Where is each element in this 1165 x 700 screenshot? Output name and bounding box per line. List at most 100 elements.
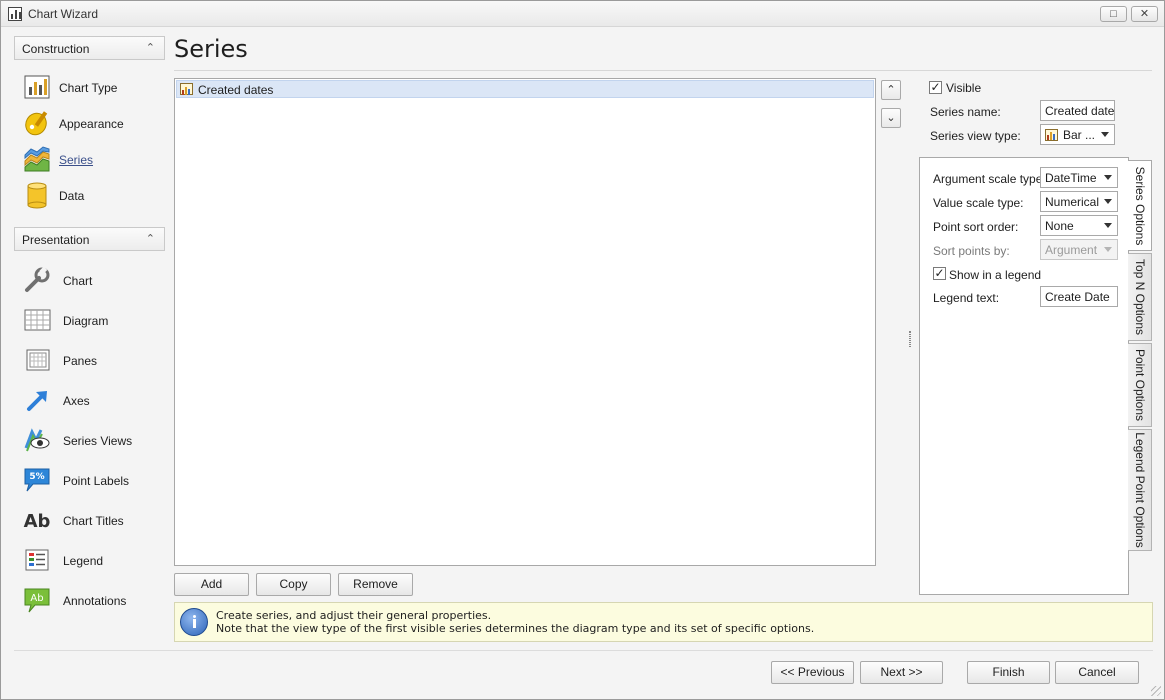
series-list[interactable]: Created dates (174, 78, 876, 566)
cancel-button[interactable]: Cancel (1055, 661, 1139, 684)
info-line-2: Note that the view type of the first vis… (216, 622, 815, 635)
nav-group-construction[interactable]: Construction ⌃ (14, 36, 165, 60)
annotations-badge: Ab (30, 593, 43, 604)
show-in-legend-label: Show in a legend (949, 268, 1042, 282)
splitter-handle[interactable] (909, 331, 911, 347)
dropdown-arrow-icon (1104, 199, 1112, 204)
argument-scale-type-select[interactable]: DateTime (1040, 167, 1118, 188)
collapse-icon[interactable]: ⌃ (146, 41, 155, 54)
series-item-label: Created dates (198, 83, 274, 97)
nav-item-label: Data (59, 189, 85, 203)
page-title: Series (174, 35, 248, 63)
point-labels-badge: 5% (29, 472, 44, 482)
appearance-icon (25, 111, 48, 136)
copy-button[interactable]: Copy (256, 573, 331, 596)
nav-item-point-labels[interactable]: 5% Point Labels (21, 464, 165, 496)
nav-item-series-views[interactable]: Series Views (21, 424, 165, 456)
collapse-icon[interactable]: ⌃ (146, 232, 155, 245)
value-scale-type-select[interactable]: Numerical (1040, 191, 1118, 212)
diagram-icon (24, 309, 51, 331)
series-icon (24, 146, 50, 172)
next-button[interactable]: Next >> (860, 661, 943, 684)
info-bar: Create series, and adjust their general … (174, 602, 1153, 642)
series-view-type-value: Bar ... (1063, 128, 1096, 142)
nav-item-data[interactable]: Data (21, 179, 165, 211)
nav-item-chart[interactable]: Chart (21, 264, 165, 296)
tab-legend-point-options[interactable]: Legend Point Options (1128, 429, 1152, 551)
annotations-icon: Ab (24, 588, 50, 613)
nav-item-label: Series (59, 153, 94, 167)
argument-scale-type-value: DateTime (1045, 171, 1097, 185)
nav-item-label: Appearance (59, 117, 124, 131)
bar-series-icon (180, 83, 193, 95)
nav-item-axes[interactable]: Axes (21, 384, 165, 416)
series-name-input[interactable]: Created dates (1040, 100, 1115, 121)
tab-label: Top N Options (1132, 258, 1147, 336)
nav-item-label: Legend (63, 554, 104, 568)
value-scale-type-value: Numerical (1045, 195, 1100, 209)
chart-titles-icon: Ab (24, 511, 51, 532)
series-list-item[interactable]: Created dates (176, 80, 874, 98)
legend-text-input[interactable]: Create Date (1040, 286, 1118, 307)
axes-icon (27, 391, 47, 411)
info-line-1: Create series, and adjust their general … (216, 609, 492, 622)
sort-points-by-select[interactable]: Argument (1040, 239, 1118, 260)
title-bar: Chart Wizard □ ✕ (1, 1, 1164, 27)
data-icon (27, 182, 47, 209)
title-divider (174, 70, 1152, 71)
wrench-icon (25, 266, 50, 292)
move-up-button[interactable]: ⌃ (881, 80, 901, 100)
nav-item-legend[interactable]: Legend (21, 544, 165, 576)
chart-titles-badge: Ab (24, 511, 51, 532)
visible-label: Visible (946, 81, 982, 95)
tab-label: Series Options (1132, 166, 1147, 245)
point-sort-order-label: Point sort order: (933, 220, 1019, 234)
nav-item-label: Chart Type (59, 81, 118, 95)
value-scale-type-label: Value scale type: (933, 196, 1024, 210)
previous-button[interactable]: << Previous (771, 661, 854, 684)
dropdown-arrow-icon (1101, 132, 1109, 137)
nav-item-label: Point Labels (63, 474, 130, 488)
maximize-button[interactable]: □ (1100, 6, 1127, 22)
legend-icon (25, 549, 49, 571)
add-button[interactable]: Add (174, 573, 249, 596)
nav-item-chart-type[interactable]: Chart Type (21, 71, 165, 103)
dropdown-arrow-icon (1104, 223, 1112, 228)
move-down-button[interactable]: ⌄ (881, 108, 901, 128)
remove-button[interactable]: Remove (338, 573, 413, 596)
point-sort-order-select[interactable]: None (1040, 215, 1118, 236)
nav-group-label: Construction (22, 42, 90, 56)
sort-points-by-value: Argument (1045, 243, 1098, 257)
chart-wizard-window: Chart Wizard □ ✕ Construction ⌃ Chart Ty… (0, 0, 1165, 700)
nav-item-chart-titles[interactable]: Ab Chart Titles (21, 504, 165, 536)
nav-item-panes[interactable]: Panes (21, 344, 165, 376)
tab-point-options[interactable]: Point Options (1128, 343, 1152, 427)
chart-type-icon (24, 75, 50, 99)
sort-points-by-label: Sort points by: (933, 244, 1010, 258)
nav-item-label: Panes (63, 354, 98, 368)
resize-grip[interactable] (1151, 686, 1161, 696)
series-view-type-select[interactable]: Bar ... (1040, 124, 1115, 145)
visible-checkbox[interactable]: ✓ (929, 81, 942, 94)
tab-label: Legend Point Options (1132, 432, 1147, 548)
chart-wizard-app-icon (8, 7, 22, 21)
bar-view-icon (1045, 129, 1058, 141)
nav-item-label: Series Views (63, 434, 133, 448)
tab-top-n-options[interactable]: Top N Options (1128, 253, 1152, 341)
series-views-icon (24, 428, 50, 452)
point-labels-icon: 5% (24, 468, 50, 492)
nav-item-label: Chart Titles (63, 514, 124, 528)
point-sort-order-value: None (1045, 219, 1074, 233)
show-in-legend-checkbox[interactable]: ✓ (933, 267, 946, 280)
tab-series-options[interactable]: Series Options (1128, 160, 1152, 251)
nav-group-presentation[interactable]: Presentation ⌃ (14, 227, 165, 251)
nav-item-annotations[interactable]: Ab Annotations (21, 584, 165, 616)
nav-item-appearance[interactable]: Appearance (21, 107, 165, 139)
nav-item-label: Annotations (63, 594, 127, 608)
nav-item-label: Chart (63, 274, 93, 288)
close-button[interactable]: ✕ (1131, 6, 1158, 22)
nav-item-series[interactable]: Series (21, 143, 165, 175)
dropdown-arrow-icon (1104, 247, 1112, 252)
nav-item-diagram[interactable]: Diagram (21, 304, 165, 336)
finish-button[interactable]: Finish (967, 661, 1050, 684)
